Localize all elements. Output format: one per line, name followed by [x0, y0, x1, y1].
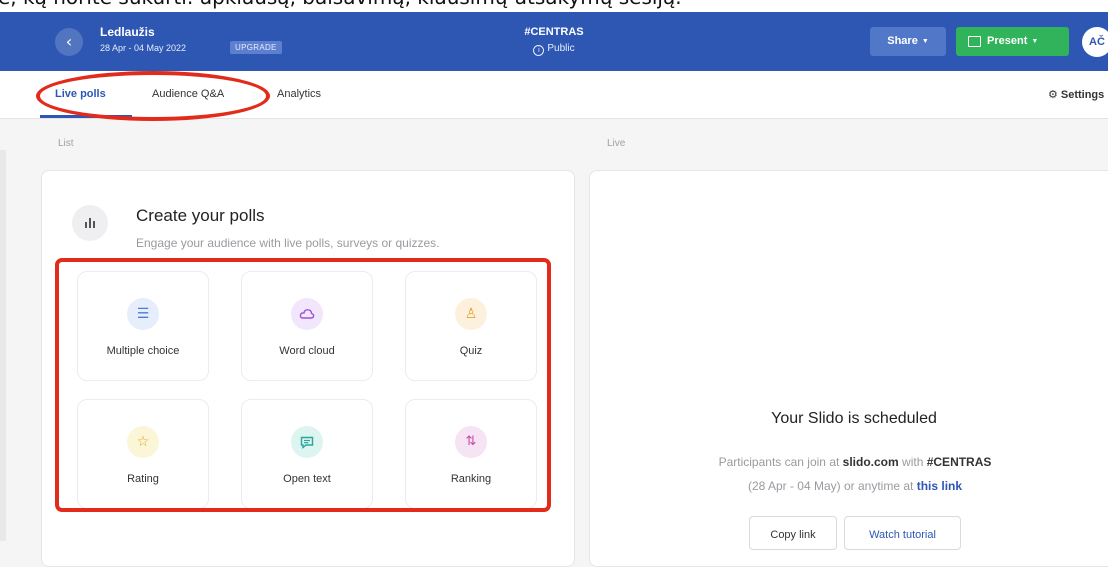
tab-analytics[interactable]: Analytics [277, 88, 321, 100]
present-button[interactable]: Present ▼ [956, 27, 1069, 56]
join-domain: slido.com [842, 455, 899, 469]
create-polls-subtitle: Engage your audience with live polls, su… [136, 236, 440, 250]
screen-icon [968, 36, 981, 47]
join-text-1: Participants can join at [718, 455, 840, 469]
present-label: Present [987, 35, 1028, 47]
chevron-down-icon: ▼ [921, 38, 929, 45]
visibility-label: Public [547, 43, 575, 54]
settings-label: Settings [1060, 89, 1105, 101]
left-panel-edge [0, 150, 6, 541]
join-text-2: with [902, 455, 924, 469]
share-label: Share [887, 35, 918, 47]
create-polls-title: Create your polls [136, 206, 265, 225]
watch-tutorial-button[interactable]: Watch tutorial [844, 516, 961, 550]
highlight-box [55, 258, 551, 512]
join-code: #CENTRAS [926, 455, 992, 469]
bar-chart-icon [72, 205, 108, 241]
highlight-oval [36, 71, 270, 121]
avatar[interactable]: AČ [1082, 27, 1108, 57]
info-icon: i [533, 45, 545, 56]
share-button[interactable]: Share ▼ [870, 27, 946, 56]
join-instructions: Participants can join at slido.com with … [600, 450, 1108, 498]
list-section-label: List [58, 138, 74, 149]
join-text-3: (28 Apr - 04 May) or anytime at [747, 479, 914, 493]
join-link[interactable]: this link [917, 479, 962, 493]
live-panel [589, 170, 1108, 567]
live-section-label: Live [607, 138, 626, 149]
top-bar: ‹ Ledlaužis 28 Apr - 04 May 2022 UPGRADE… [0, 12, 1108, 71]
chevron-down-icon: ▼ [1031, 38, 1039, 45]
settings-button[interactable]: ⚙ Settings [1048, 88, 1104, 101]
copy-link-button[interactable]: Copy link [749, 516, 837, 550]
live-status-title: Your Slido is scheduled [771, 410, 937, 427]
gear-icon: ⚙ [1048, 88, 1058, 101]
instruction-caption: e, ką norite sukurti: apklausą, balsavim… [0, 0, 1108, 12]
